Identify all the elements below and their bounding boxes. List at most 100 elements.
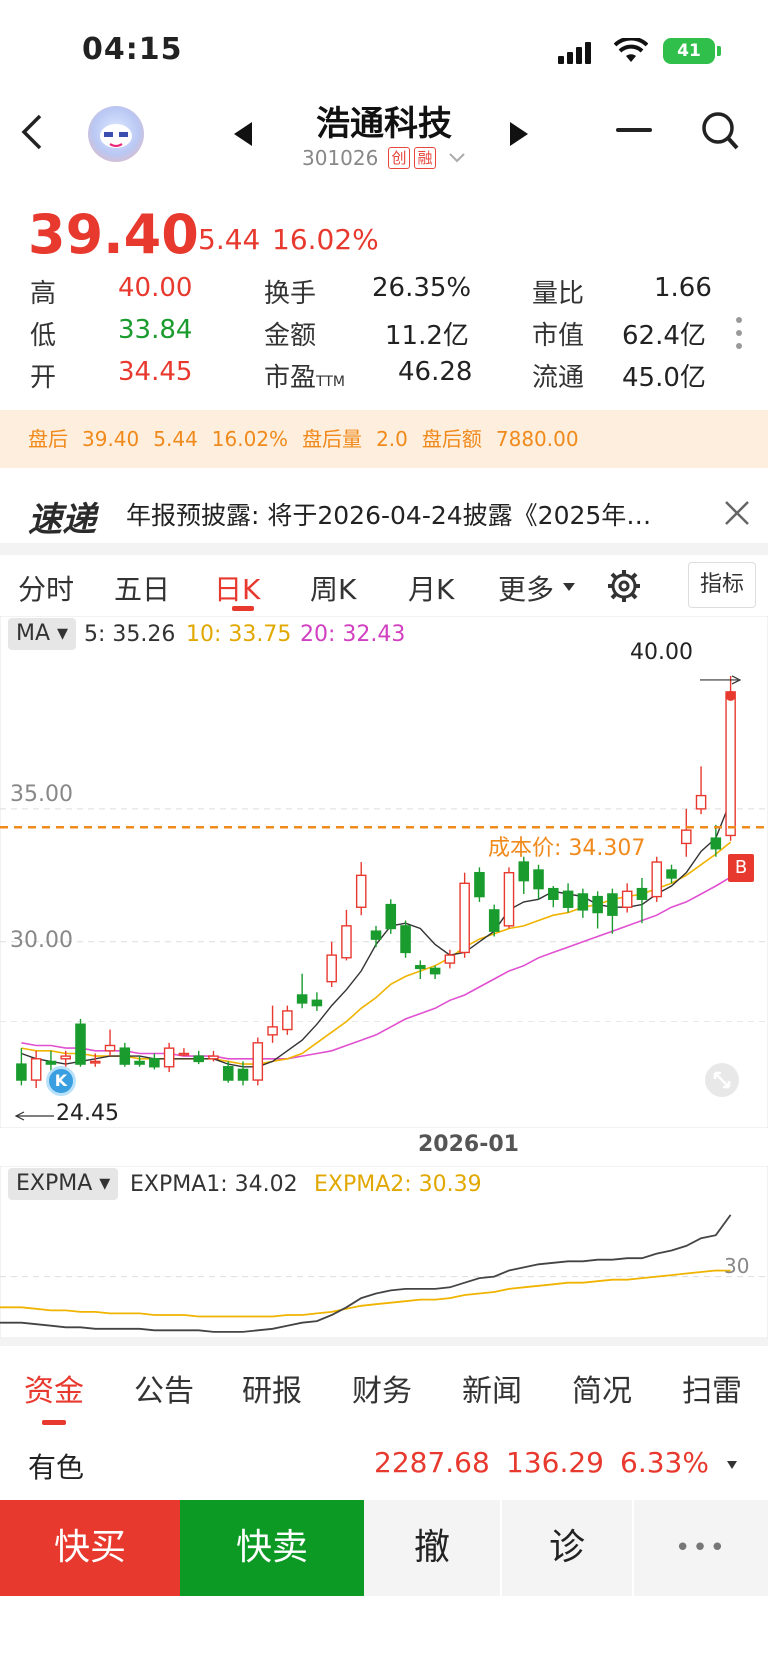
caret-down-icon[interactable]	[726, 1460, 738, 1470]
candle-body	[400, 925, 411, 954]
low-value: 33.84	[118, 315, 193, 345]
kline-chart[interactable]: MA ▾ 5: 35.26 10: 33.75 20: 32.43 35.00 …	[0, 616, 768, 1128]
status-bar: 04:15 41	[0, 0, 768, 90]
quick-buy-button[interactable]: 快买	[0, 1500, 180, 1596]
tab-capital[interactable]: 资金	[24, 1366, 84, 1410]
price-change: 5.44	[198, 223, 261, 256]
candle-body	[208, 1055, 219, 1060]
news-ticker[interactable]: 速递 年报预披露: 将于2026-04-24披露《2025年…	[0, 468, 768, 554]
more-actions-button[interactable]: •••	[634, 1500, 768, 1596]
after-hours-amt-label: 盘后额	[421, 427, 482, 451]
cellular-signal-icon	[558, 40, 598, 64]
tab-financials[interactable]: 财务	[352, 1366, 412, 1410]
indicator-button[interactable]: 指标	[688, 562, 756, 608]
high-label: 高	[30, 279, 57, 309]
more-vertical-icon[interactable]	[734, 315, 744, 351]
after-hours-label: 盘后	[28, 427, 68, 451]
buy-marker[interactable]: B	[728, 854, 754, 882]
next-stock-icon[interactable]	[508, 120, 530, 148]
tab-news[interactable]: 新闻	[462, 1366, 522, 1410]
candle-body	[651, 861, 663, 898]
tab-profile[interactable]: 简况	[572, 1366, 632, 1410]
candle-body	[267, 1026, 278, 1036]
float-cap-value: 45.0亿	[622, 363, 706, 393]
tab-daily-k[interactable]: 日K	[214, 568, 260, 608]
sector-row[interactable]: 有色 2287.68 136.29 6.33%	[0, 1430, 768, 1498]
info-tabs: 资金 公告 研报 财务 新闻 简况 扫雷	[0, 1344, 768, 1425]
expma1-line	[0, 1214, 732, 1333]
candle-body	[30, 1058, 42, 1081]
caret-down-icon[interactable]	[562, 582, 576, 592]
expma-plot[interactable]	[0, 1166, 768, 1338]
stock-name: 浩通科技	[316, 104, 452, 144]
turnover-value: 26.35%	[372, 273, 472, 303]
candle-body	[592, 895, 603, 914]
chart-period-tabs: 分时 五日 日K 周K 月K 更多 指标	[0, 554, 768, 614]
candle-body	[636, 887, 648, 900]
diagnose-button[interactable]: 诊	[502, 1500, 634, 1596]
candle-body	[75, 1023, 86, 1065]
k-marker[interactable]: K	[46, 1066, 76, 1096]
battery-icon: 41	[663, 38, 715, 64]
amount-label: 金额	[264, 321, 317, 351]
quick-sell-button[interactable]: 快卖	[180, 1500, 364, 1596]
volume-ratio-label: 量比	[532, 279, 585, 309]
cost-price-label: 成本价: 34.307	[488, 836, 646, 861]
close-icon[interactable]	[724, 500, 750, 526]
min-price-label: 24.45	[56, 1101, 119, 1126]
tab-monthly-k[interactable]: 月K	[408, 568, 454, 608]
volume-ratio-value: 1.66	[654, 273, 712, 303]
candle-body	[666, 869, 677, 879]
candle-body	[252, 1042, 264, 1081]
candle-body	[134, 1060, 145, 1065]
minus-icon[interactable]	[616, 126, 652, 134]
candle-body	[385, 903, 397, 930]
tab-five-day[interactable]: 五日	[114, 568, 170, 608]
sector-change: 136.29	[506, 1446, 604, 1479]
ma10-line	[21, 841, 732, 1065]
candle-body	[710, 837, 722, 850]
gear-icon[interactable]	[606, 568, 642, 604]
y-tick-30: 30.00	[10, 928, 73, 953]
expma-y-tick: 30	[724, 1254, 750, 1278]
candle-body	[488, 909, 500, 932]
stock-header: 浩通科技 301026 创 融	[0, 90, 768, 180]
after-hours-vol: 2.0	[376, 427, 408, 451]
candle-body	[282, 1010, 293, 1031]
chevron-down-icon[interactable]	[448, 152, 466, 164]
news-text[interactable]: 年报预披露: 将于2026-04-24披露《2025年…	[126, 496, 671, 532]
cancel-order-button[interactable]: 撤	[364, 1500, 502, 1596]
after-hours-change: 5.44	[153, 427, 198, 451]
search-icon[interactable]	[700, 110, 740, 152]
kline-plot[interactable]	[0, 616, 768, 1128]
active-tab-indicator	[232, 606, 254, 611]
candle-body	[415, 965, 426, 970]
tab-announcements[interactable]: 公告	[134, 1366, 194, 1410]
tab-risk-scan[interactable]: 扫雷	[682, 1366, 742, 1410]
active-tab-indicator	[42, 1420, 66, 1425]
high-value: 40.00	[118, 273, 193, 303]
quote-panel: 39.40 5.44 16.02% 高 40.00 换手 26.35% 量比 1…	[0, 195, 768, 410]
candle-body	[474, 871, 485, 898]
after-hours-bar: 盘后 39.40 5.44 16.02% 盘后量 2.0 盘后额 7880.00	[0, 410, 768, 468]
after-hours-price: 39.40	[82, 427, 140, 451]
tab-weekly-k[interactable]: 周K	[310, 568, 356, 608]
amount-value: 11.2亿	[385, 321, 469, 351]
expand-icon[interactable]	[704, 1062, 740, 1098]
stock-code: 301026	[302, 146, 379, 170]
candle-body	[60, 1055, 71, 1060]
sector-value: 2287.68	[374, 1446, 490, 1479]
candle-body	[503, 871, 515, 927]
candle-body	[89, 1060, 101, 1064]
battery-tip	[717, 46, 721, 56]
tab-research[interactable]: 研报	[242, 1366, 302, 1410]
candle-body	[444, 954, 456, 964]
after-hours-vol-label: 盘后量	[302, 427, 363, 451]
candle-body	[429, 967, 441, 975]
expma-chart[interactable]: EXPMA ▾ EXPMA1: 34.02 EXPMA2: 30.39 30	[0, 1166, 768, 1338]
clock: 04:15	[82, 32, 183, 67]
market-cap-value: 62.4亿	[622, 321, 706, 351]
tab-more[interactable]: 更多	[498, 568, 554, 608]
candle-body	[178, 1052, 190, 1056]
tab-intraday[interactable]: 分时	[18, 568, 74, 608]
